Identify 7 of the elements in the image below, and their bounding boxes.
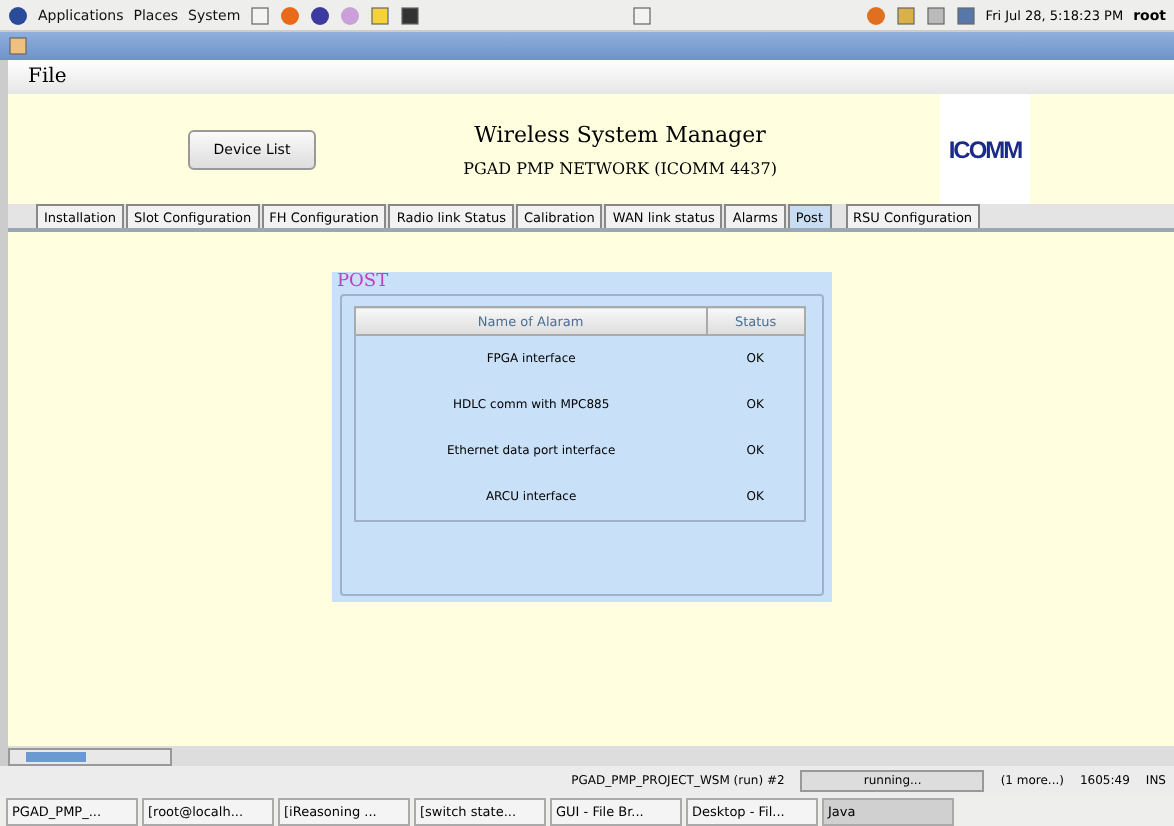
horizontal-scrollbar[interactable]: [8, 747, 172, 765]
app-title: Wireless System Manager: [474, 121, 766, 147]
panel-title: POST: [335, 272, 391, 292]
menu-item[interactable]: File: [28, 66, 67, 88]
company-logo: ICOMM: [948, 135, 1022, 163]
scroll-thumb[interactable]: [26, 751, 86, 761]
network-subtitle: PGAD PMP NETWORK (ICOMM 4437): [463, 159, 777, 177]
